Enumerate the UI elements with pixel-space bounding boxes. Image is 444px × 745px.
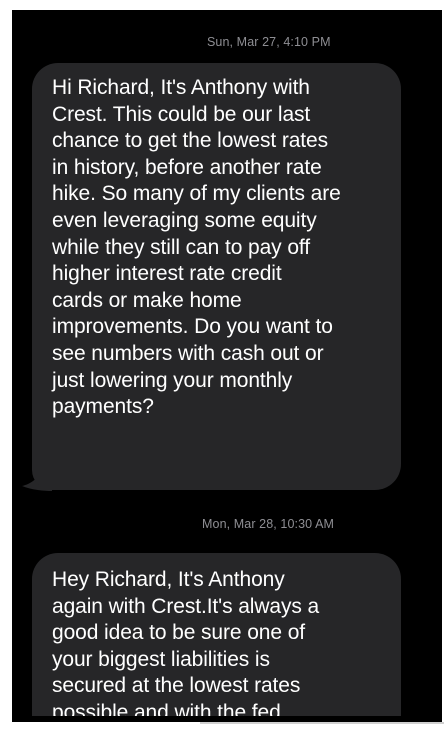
message-line: payments? (52, 395, 154, 419)
page-margin (0, 722, 444, 745)
message-line: again with Crest.It's always a (52, 594, 320, 618)
message-line: in history, before another rate (52, 155, 322, 179)
message-line: higher interest rate credit (52, 262, 282, 286)
message-line: cards or make home (52, 288, 242, 312)
message-line: chance to get the lowest rates (52, 129, 328, 153)
message-line: Hi Richard, It's Anthony with (52, 76, 310, 99)
message-line: just lowering your monthly (52, 368, 293, 392)
message-line: Crest. This could be our last (52, 102, 311, 126)
message-line: while they still can to pay off (52, 235, 310, 259)
message-line: hike. So many of my clients are (52, 182, 341, 206)
message-line: improvements. Do you want to (52, 315, 333, 339)
message-line: Hey Richard, It's Anthony (52, 568, 285, 591)
message-line: even leveraging some equity (52, 208, 317, 232)
message-timestamp: Sun, Mar 27, 4:10 PM (207, 35, 331, 49)
message-line: see numbers with cash out or (52, 341, 324, 365)
message-line: your biggest liabilities is (52, 647, 270, 671)
message-line: secured at the lowest rates (52, 674, 301, 698)
message-bubble[interactable]: Hey Richard, It's Anthony again with Cre… (32, 553, 401, 722)
messages-screen: Sun, Mar 27, 4:10 PM Hi Richard, It's An… (12, 10, 442, 722)
message-line: good idea to be sure one of (52, 621, 306, 645)
divider (200, 722, 444, 724)
message-bubble[interactable]: Hi Richard, It's Anthony with Crest. Thi… (32, 63, 401, 490)
message-timestamp: Mon, Mar 28, 10:30 AM (202, 517, 335, 531)
